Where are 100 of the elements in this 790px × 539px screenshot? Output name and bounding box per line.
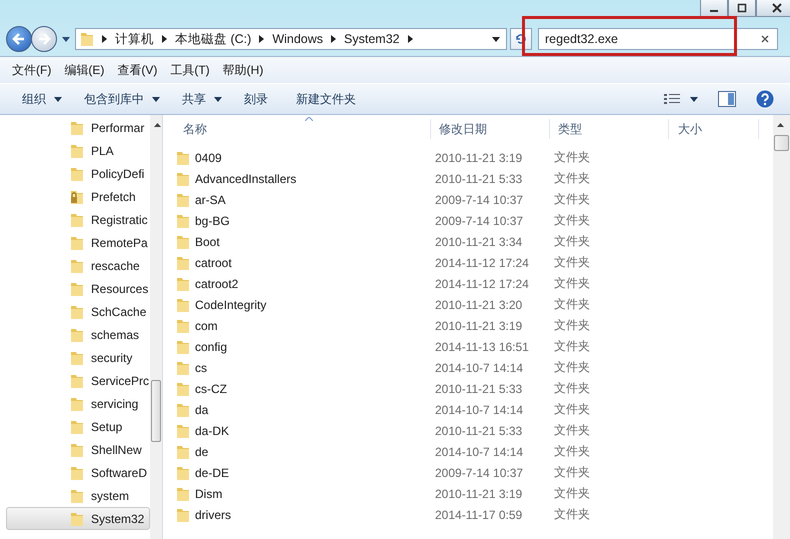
toolbar-button[interactable]: 新建文件夹 [290,88,362,110]
tree-item[interactable]: RemotePa [6,231,150,254]
folder-icon [176,422,190,438]
folder-icon [176,254,190,270]
toolbar-button[interactable]: 共享 [176,88,212,110]
folder-icon [176,150,190,166]
file-name[interactable]: com [195,318,218,332]
file-type: 文件夹 [554,212,590,229]
breadcrumb-item[interactable]: System32 [344,32,400,46]
file-type: 文件夹 [554,338,590,355]
back-button[interactable] [6,26,32,52]
tree-item[interactable]: system [6,484,150,507]
tree-item[interactable]: SchCache [6,300,150,323]
dropdown-arrow-icon[interactable] [54,96,62,102]
file-name[interactable]: catroot2 [195,276,238,290]
chevron-right-icon[interactable] [102,35,107,43]
preview-pane-icon[interactable] [718,91,736,107]
scrollbar-track[interactable] [150,115,162,539]
toolbar-button[interactable]: 组织 [16,88,52,110]
tree-item[interactable]: Performar [6,116,150,139]
file-name[interactable]: drivers [195,508,232,522]
help-icon[interactable] [756,90,774,108]
view-options-icon[interactable] [664,93,680,105]
dropdown-arrow-icon[interactable] [690,96,698,102]
column-header[interactable]: 名称 [175,119,431,139]
minimize-button[interactable] [700,0,728,17]
menu-item[interactable]: 帮助(H) [218,60,268,80]
file-name[interactable]: bg-BG [195,214,230,228]
tree-item[interactable]: SoftwareD [6,461,150,484]
file-name[interactable]: cs-CZ [195,382,227,396]
toolbar-button[interactable]: 包含到库中 [78,88,150,110]
folder-icon [176,402,190,418]
file-type: 文件夹 [554,380,590,397]
column-header[interactable]: 大小 [670,119,759,139]
modified-date: 2010-11-21 3:20 [435,298,522,312]
file-name[interactable]: 0409 [195,150,222,164]
folder-icon [70,418,84,434]
file-name[interactable]: de [195,444,208,458]
file-name[interactable]: Dism [195,486,222,500]
file-name[interactable]: Boot [195,234,220,248]
tree-item[interactable]: security [6,346,150,369]
close-button[interactable] [756,0,790,17]
tree-item[interactable]: servicing [6,392,150,415]
file-type: 文件夹 [554,443,590,460]
search-field[interactable]: regedt32.exe [538,28,778,50]
menu-item[interactable]: 文件(F) [8,60,56,80]
tree-item[interactable]: schemas [6,323,150,346]
scroll-up-icon[interactable] [777,123,784,127]
tree-item[interactable]: Setup [6,415,150,438]
dropdown-arrow-icon[interactable] [214,96,222,102]
forward-button[interactable] [31,26,57,52]
breadcrumb-item[interactable]: 本地磁盘 (C:) [175,30,252,48]
dropdown-arrow-icon[interactable] [492,36,500,42]
scroll-up-icon[interactable] [154,123,162,127]
chevron-right-icon[interactable] [162,35,167,43]
dropdown-arrow-icon[interactable] [152,96,160,102]
file-name[interactable]: ar-SA [195,192,226,206]
modified-date: 2014-11-17 0:59 [435,508,522,522]
file-name[interactable]: CodeIntegrity [195,298,266,312]
menu-item[interactable]: 工具(T) [166,60,214,80]
scrollbar-thumb[interactable] [774,135,789,151]
tree-item[interactable]: PLA [6,139,150,162]
folder-icon [176,318,190,334]
dropdown-arrow-icon[interactable] [62,36,70,42]
file-name[interactable]: catroot [195,256,232,270]
file-name[interactable]: AdvancedInstallers [195,172,296,186]
tree-item[interactable]: rescache [6,254,150,277]
tree-item[interactable]: ServicePrc [6,369,150,392]
file-type: 文件夹 [554,506,590,523]
chevron-right-icon[interactable] [331,35,336,43]
breadcrumb-item[interactable]: 计算机 [115,30,154,48]
modified-date: 2010-11-21 5:33 [435,424,522,438]
clear-icon[interactable] [761,35,769,43]
file-name[interactable]: da-DK [195,424,230,438]
scrollbar-thumb[interactable] [151,380,161,442]
maximize-button[interactable] [728,0,756,17]
file-name[interactable]: cs [195,360,207,374]
scrollbar-track[interactable] [773,115,790,539]
address-bar[interactable]: 计算机 本地磁盘 (C:) Windows System32 [75,28,507,50]
folder-icon [176,338,190,354]
folder-icon [70,258,84,274]
tree-item[interactable]: Resources [6,277,150,300]
chevron-right-icon[interactable] [408,35,413,43]
tree-item[interactable]: PolicyDefi [6,162,150,185]
toolbar-button[interactable]: 刻录 [238,88,274,110]
column-header[interactable]: 类型 [550,119,669,139]
tree-item[interactable]: ShellNew [6,438,150,461]
file-name[interactable]: da [195,402,208,416]
menu-item[interactable]: 编辑(E) [60,60,108,80]
breadcrumb-item[interactable]: Windows [272,32,324,46]
tree-item[interactable]: Registratic [6,208,150,231]
menu-item[interactable]: 查看(V) [113,60,162,80]
column-header[interactable]: 修改日期 [431,119,550,139]
tree-item[interactable]: System32 [6,507,150,530]
locked-folder-icon [70,188,84,204]
file-name[interactable]: de-DE [195,466,230,480]
file-name[interactable]: config [195,340,228,354]
tree-item[interactable]: Prefetch [6,185,150,208]
file-type: 文件夹 [554,149,590,166]
chevron-right-icon[interactable] [259,35,264,43]
